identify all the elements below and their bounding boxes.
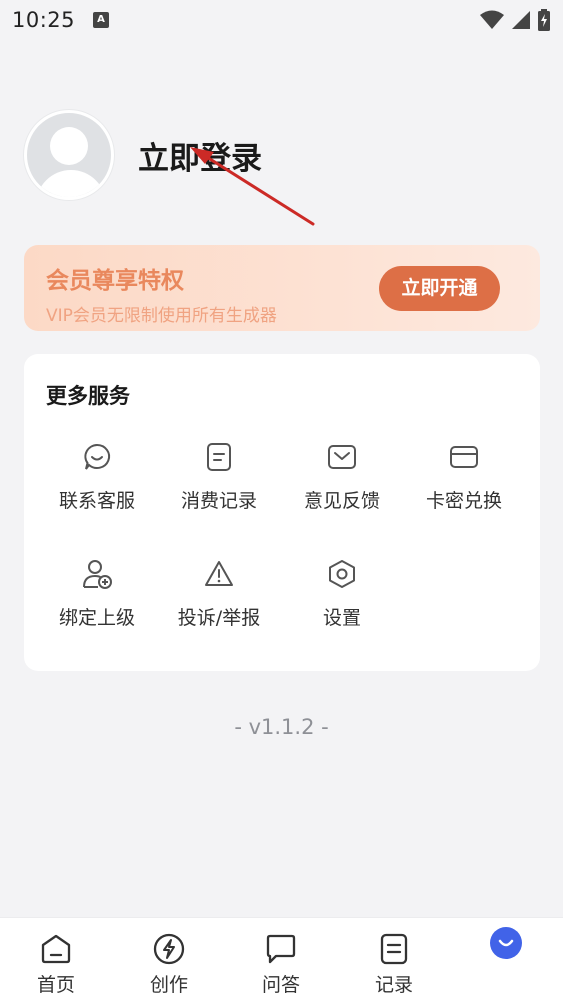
annotation-arrow-icon — [190, 147, 315, 226]
tab-qa[interactable]: 问答 — [236, 932, 326, 997]
message-icon — [266, 934, 296, 964]
signal-icon — [512, 11, 530, 29]
tab-records[interactable]: 记录 — [349, 932, 439, 997]
status-bar: 10:25 A — [0, 0, 563, 40]
notification-a-icon: A — [93, 12, 110, 28]
user-add-icon — [83, 560, 112, 589]
smile-mine-icon — [498, 939, 514, 947]
document-icon — [207, 443, 231, 471]
service-label: 意见反馈 — [303, 490, 380, 512]
service-label: 卡密兑换 — [425, 490, 502, 512]
service-complaint-report[interactable]: 投诉/举报 — [158, 559, 280, 630]
service-contact-support[interactable]: 联系客服 — [36, 442, 158, 513]
tab-label: 首页 — [36, 974, 75, 996]
list-doc-icon — [380, 933, 408, 965]
service-bind-superior[interactable]: 绑定上级 — [36, 559, 158, 630]
vip-title: 会员尊享特权 — [46, 268, 184, 294]
lightning-icon — [153, 933, 185, 965]
tab-home[interactable]: 首页 — [11, 932, 101, 997]
tab-label: 创作 — [149, 974, 188, 996]
battery-icon — [538, 9, 550, 31]
service-label: 投诉/举报 — [177, 607, 261, 629]
mail-icon — [328, 445, 356, 469]
app-version: - v1.1.2 - — [234, 715, 329, 739]
tab-mine[interactable] — [490, 927, 522, 959]
warning-icon — [205, 561, 233, 586]
card-icon — [450, 446, 478, 468]
home-icon — [41, 934, 71, 964]
service-label: 消费记录 — [180, 490, 257, 512]
tab-label: 记录 — [374, 974, 413, 996]
chat-smile-icon — [84, 443, 111, 470]
activate-vip-button[interactable]: 立即开通 — [379, 266, 500, 311]
bottom-tab-bar: 首页 创作 问答 记录 — [0, 917, 563, 1002]
tab-create[interactable]: 创作 — [124, 932, 214, 997]
services-card: 更多服务 联系客服 消费记录 意见反馈 卡密兑换 绑定上级 投诉/举报 设置 — [24, 354, 540, 671]
service-label: 设置 — [322, 607, 361, 629]
service-purchase-history[interactable]: 消费记录 — [158, 442, 280, 513]
service-label: 联系客服 — [58, 490, 135, 512]
avatar-placeholder-icon[interactable] — [24, 110, 114, 200]
tab-label: 问答 — [261, 974, 300, 996]
service-redeem-code[interactable]: 卡密兑换 — [403, 442, 525, 513]
service-label: 绑定上级 — [58, 607, 135, 629]
services-title: 更多服务 — [46, 384, 130, 408]
status-time: 10:25 — [12, 8, 76, 32]
vip-banner[interactable]: 会员尊享特权 VIP会员无限制使用所有生成器 立即开通 — [24, 245, 540, 331]
wifi-icon — [480, 10, 504, 29]
service-feedback[interactable]: 意见反馈 — [281, 442, 403, 513]
service-settings[interactable]: 设置 — [281, 559, 403, 630]
vip-subtitle: VIP会员无限制使用所有生成器 — [46, 306, 277, 326]
settings-hex-icon — [329, 560, 355, 588]
